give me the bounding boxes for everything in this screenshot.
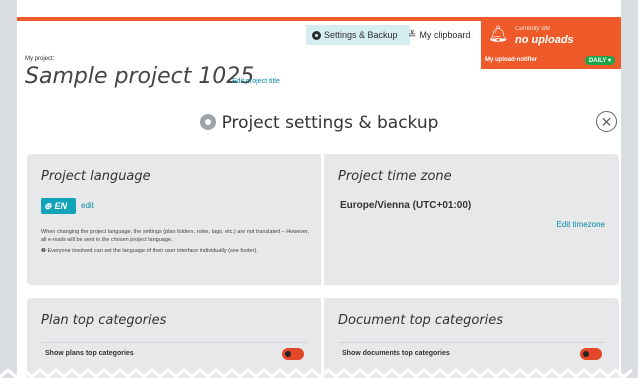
language-edit-link[interactable]: edit [81, 201, 94, 210]
language-badge: ⊕ EN [41, 198, 76, 214]
plans-toggle[interactable] [282, 348, 304, 360]
settings-heading-text: Project settings & backup [221, 113, 439, 133]
close-button[interactable]: ✕ [596, 111, 617, 132]
timezone-title: Project time zone [338, 169, 452, 184]
language-title: Project language [41, 169, 151, 184]
tab-clipboard-label: My clipboard [419, 30, 471, 40]
upload-notifier[interactable]: 🔔︎ Currently still no uploads My upload-… [481, 21, 621, 69]
timezone-value: Europe/Vienna (UTC+01:00) [340, 200, 472, 211]
clipboard-icon: ≚ [408, 29, 417, 41]
project-language-panel: Project language ⊕ EN edit When changing… [27, 154, 321, 285]
project-title: Sample project 1025 [25, 64, 255, 89]
divider [338, 342, 605, 343]
language-note-interface: ❷ Everyone involved can set the language… [41, 248, 258, 254]
torn-edge [0, 369, 633, 378]
bell-icon: 🔔︎ [488, 26, 509, 43]
edit-timezone-link[interactable]: Edit timezone [557, 220, 605, 229]
documents-toggle[interactable] [580, 348, 602, 360]
notifier-status: no uploads [515, 34, 574, 46]
tab-settings-label: Settings & Backup [324, 30, 398, 40]
documents-toggle-label: Show documents top categories [342, 350, 450, 357]
plans-toggle-label: Show plans top categories [45, 350, 134, 357]
gear-icon [312, 30, 321, 40]
notifier-status-small: Currently still [515, 26, 550, 32]
plan-categories-panel: Plan top categories Show plans top categ… [27, 298, 321, 378]
project-label: My project: [25, 56, 55, 62]
gear-icon [199, 114, 216, 130]
edit-project-title-link[interactable]: Edit project title [232, 78, 280, 85]
divider [41, 342, 307, 343]
settings-heading: Project settings & backup [0, 113, 638, 133]
plans-title: Plan top categories [41, 313, 167, 328]
globe-icon: ⊕ [44, 200, 52, 211]
tab-my-clipboard[interactable]: ≚ My clipboard [402, 25, 490, 45]
language-note: When changing the project language, the … [41, 229, 310, 243]
language-code: EN [54, 201, 68, 211]
document-categories-panel: Document top categories Show documents t… [324, 298, 619, 378]
notifier-label: My upload-notifier [485, 57, 537, 63]
tab-settings-backup[interactable]: Settings & Backup [306, 25, 410, 45]
project-timezone-panel: Project time zone Europe/Vienna (UTC+01:… [324, 154, 619, 285]
documents-title: Document top categories [338, 313, 504, 328]
notifier-frequency-dropdown[interactable]: DAILY ▾ [584, 56, 615, 65]
